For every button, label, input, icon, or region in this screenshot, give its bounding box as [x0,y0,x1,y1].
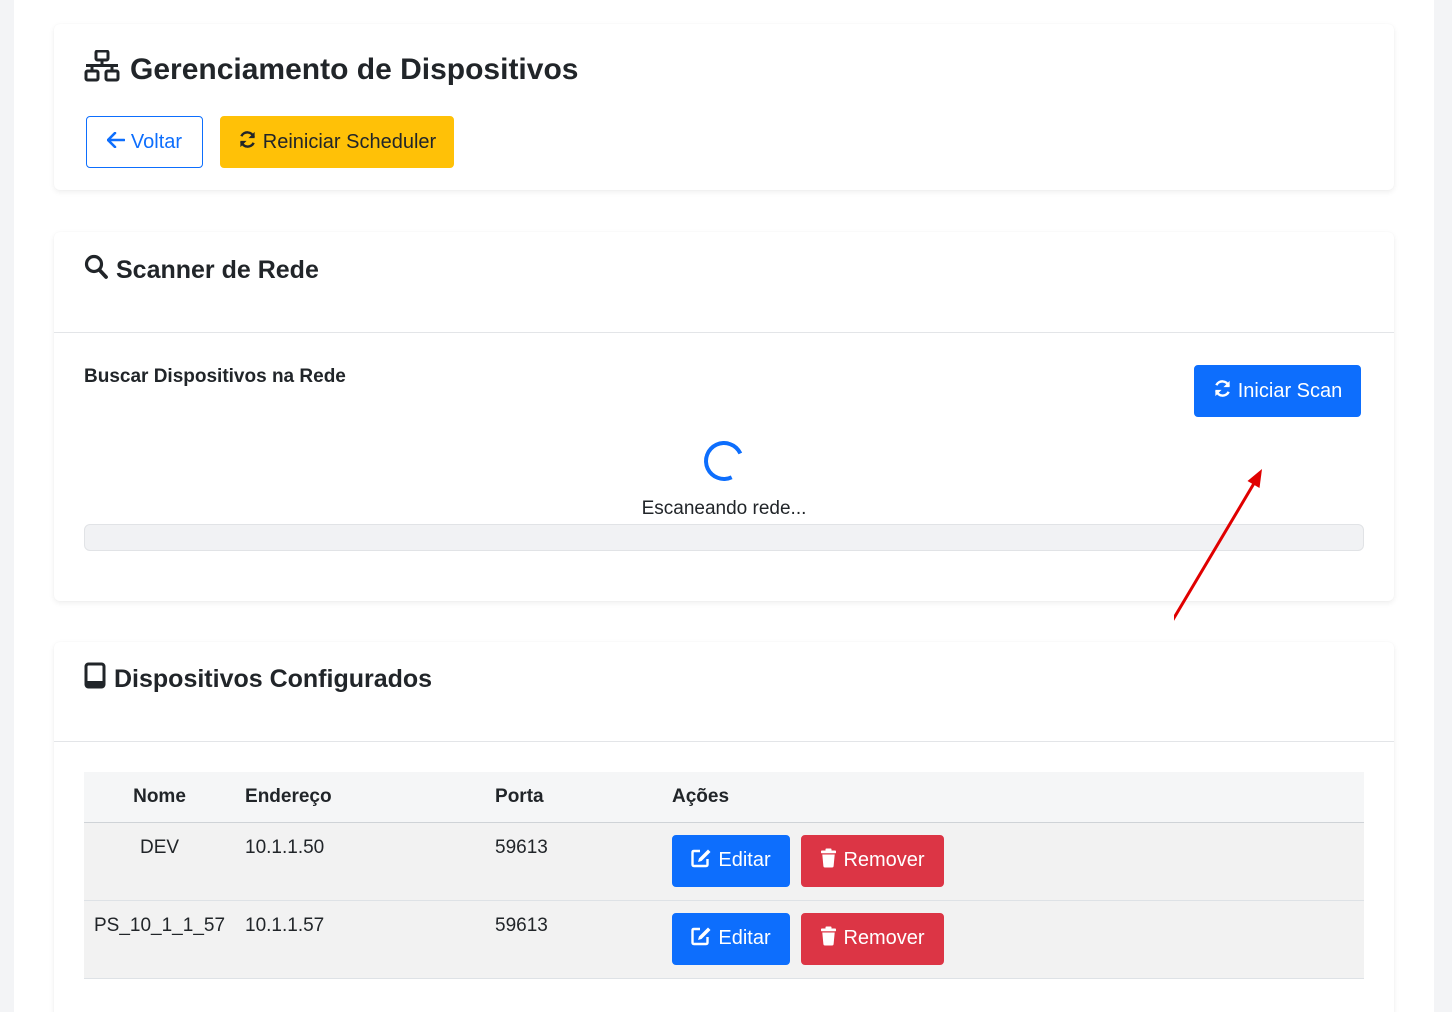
tablet-icon [84,662,106,696]
remove-button[interactable]: Remover [801,912,945,965]
device-address: 10.1.1.57 [235,900,486,979]
remove-button-label: Remover [843,849,925,871]
devices-table: Nome Endereço Porta Ações DEV 10.1.1.50 … [84,772,1364,979]
scanner-title: Scanner de Rede [84,254,319,287]
edit-button[interactable]: Editar [672,834,791,887]
edit-icon [691,926,712,952]
restart-scheduler-label: Reiniciar Scheduler [262,130,437,153]
start-scan-button[interactable]: Iniciar Scan [1194,365,1361,417]
loading-spinner [698,435,750,487]
column-header-address: Endereço [235,772,486,823]
device-name: PS_10_1_1_57 [84,900,236,979]
device-actions: Editar Remover [662,822,1364,901]
scanner-title-text: Scanner de Rede [116,256,319,284]
page-title-text: Gerenciamento de Dispositivos [130,53,579,86]
search-icon [84,254,108,287]
device-name: DEV [84,822,236,901]
column-header-name: Nome [84,772,236,823]
table-row: DEV 10.1.1.50 59613 Editar Remover [84,822,1364,901]
trash-icon [820,926,837,952]
edit-icon [691,848,712,874]
devices-card: Dispositivos Configurados Nome Endereço … [54,642,1394,1012]
scanner-card: Scanner de Rede Buscar Dispositivos na R… [54,232,1394,601]
page-title: Gerenciamento de Dispositivos [84,49,579,90]
devices-divider [54,741,1394,742]
restart-scheduler-button[interactable]: Reiniciar Scheduler [220,116,454,168]
device-address: 10.1.1.50 [235,822,486,901]
scanner-subtitle: Buscar Dispositivos na Rede [84,366,346,387]
scan-status-text: Escaneando rede... [641,498,807,519]
devices-title-text: Dispositivos Configurados [114,664,433,693]
remove-button-label: Remover [843,927,925,949]
scanner-divider [54,332,1394,333]
column-header-actions: Ações [662,772,1364,823]
back-button-label: Voltar [130,130,183,153]
device-port: 59613 [485,900,663,979]
edit-button-label: Editar [718,927,771,949]
table-header-row: Nome Endereço Porta Ações [84,772,1364,823]
edit-button-label: Editar [718,849,771,871]
sync-icon [1213,379,1232,404]
device-port: 59613 [485,822,663,901]
network-wired-icon [84,49,120,90]
column-header-port: Porta [485,772,663,823]
arrow-left-icon [106,131,126,154]
devices-title: Dispositivos Configurados [84,662,432,696]
table-row: PS_10_1_1_57 10.1.1.57 59613 Editar Remo… [84,900,1364,979]
sync-icon [238,130,257,155]
edit-button[interactable]: Editar [672,912,791,965]
start-scan-label: Iniciar Scan [1237,379,1343,402]
trash-icon [820,848,837,874]
page: Gerenciamento de Dispositivos Voltar Rei… [14,0,1434,1012]
back-button[interactable]: Voltar [86,116,203,168]
header-card: Gerenciamento de Dispositivos Voltar Rei… [54,24,1394,190]
scan-progress-bar [84,524,1364,551]
device-actions: Editar Remover [662,900,1364,979]
remove-button[interactable]: Remover [801,834,945,887]
